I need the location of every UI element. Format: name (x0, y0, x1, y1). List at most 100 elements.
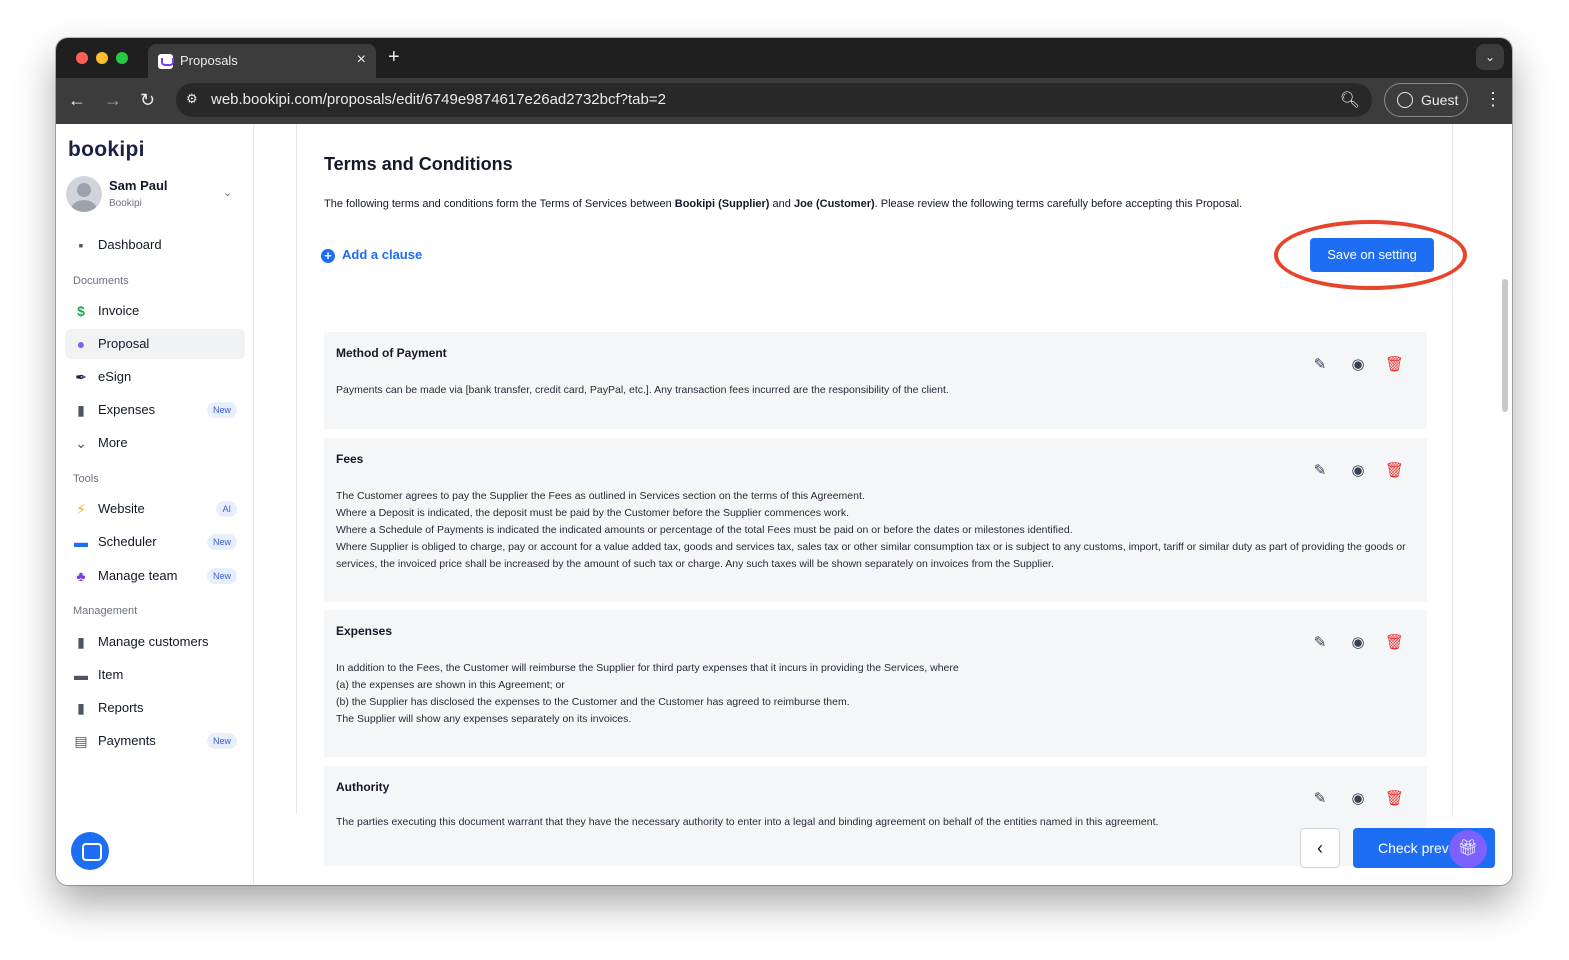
intro-text: The following terms and conditions form … (324, 198, 675, 210)
scrollbar[interactable] (1502, 279, 1508, 412)
sidebar-item-label: Manage customers (98, 634, 209, 649)
sidebar-item-proposal[interactable]: ● Proposal (65, 329, 245, 359)
clause-actions: ✎ ◉ 🗑︎ (1311, 790, 1407, 808)
trash-icon[interactable]: 🗑︎ (1385, 790, 1404, 808)
add-clause-label: Add a clause (342, 247, 423, 262)
profile-label: Guest (1421, 92, 1459, 108)
clause-body: In addition to the Fees, the Customer wi… (336, 662, 959, 725)
clause-title: Authority (336, 780, 390, 794)
main-content: Terms and Conditions The following terms… (254, 124, 1512, 885)
tab-title: Proposals (180, 53, 238, 68)
intro-text: . Please review the following terms care… (874, 198, 1243, 210)
sidebar-item-payments[interactable]: ▤ Payments New (65, 726, 245, 756)
sidebar-item-esign[interactable]: ✒ eSign (65, 362, 245, 392)
clause-body: The parties executing this document warr… (336, 816, 1159, 828)
user-org: Bookipi (109, 198, 142, 209)
clause-card: Method of Payment Payments can be made v… (324, 332, 1427, 429)
sidebar-item-label: More (98, 435, 128, 450)
clause-body: The Customer agrees to pay the Supplier … (336, 490, 1406, 570)
chat-support-button[interactable] (71, 832, 109, 870)
sidebar: bookipi Sam Paul Bookipi ⌄ ▪ Dashboard D… (56, 124, 254, 885)
gift-icon[interactable]: 🎁︎ (1449, 830, 1487, 868)
sidebar-item-more[interactable]: ⌄ More (65, 428, 245, 458)
profile-button[interactable]: Guest (1384, 83, 1468, 117)
sidebar-item-manage-customers[interactable]: ▮ Manage customers (65, 627, 245, 657)
reload-icon[interactable]: ↻ (140, 89, 155, 111)
trash-icon[interactable]: 🗑︎ (1385, 462, 1404, 480)
clause-title: Method of Payment (336, 346, 447, 360)
browser-menu-icon[interactable]: ⋮ (1484, 88, 1502, 110)
bookipi-logo[interactable]: bookipi (68, 138, 145, 162)
browser-toolbar: ← → ↻ ⚙ web.bookipi.com/proposals/edit/6… (56, 78, 1512, 124)
clause-actions: ✎ ◉ 🗑︎ (1311, 634, 1407, 652)
forward-arrow-icon[interactable]: → (104, 89, 122, 111)
eye-icon[interactable]: ◉ (1349, 790, 1367, 808)
sidebar-item-website[interactable]: ⚡︎ Website AI (65, 494, 245, 524)
minimize-window-button[interactable] (96, 52, 108, 64)
user-name: Sam Paul (109, 178, 168, 193)
browser-window: Proposals × + ⌄ ← → ↻ ⚙ web.bookipi.com/… (56, 38, 1512, 885)
section-documents: Documents (73, 275, 129, 287)
clause-title: Expenses (336, 624, 393, 638)
pencil-icon[interactable]: ✎ (1311, 462, 1329, 480)
chevron-down-icon[interactable]: ⌄ (223, 186, 232, 199)
grid-icon: ▪ (78, 237, 84, 253)
trash-icon[interactable]: 🗑︎ (1385, 634, 1404, 652)
clause-card: Authority The parties executing this doc… (324, 766, 1427, 866)
eye-icon[interactable]: ◉ (1349, 462, 1367, 480)
page-title: Terms and Conditions (324, 154, 513, 174)
tab-search-button[interactable]: ⌄ (1476, 44, 1504, 70)
sidebar-item-dashboard[interactable]: ▪ Dashboard (65, 230, 245, 260)
tab-bar: Proposals × + ⌄ (56, 38, 1512, 78)
highlight-annotation (1274, 220, 1467, 290)
maximize-window-button[interactable] (116, 52, 128, 64)
sidebar-item-scheduler[interactable]: ▬ Scheduler New (65, 527, 245, 557)
site-settings-icon[interactable]: ⚙ (186, 91, 202, 107)
eye-icon[interactable]: ◉ (1349, 634, 1367, 652)
sidebar-item-manage-team[interactable]: ♣ Manage team New (65, 561, 245, 591)
chevron-down-icon: ⌄ (75, 435, 87, 451)
supplier-name: Bookipi (Supplier) (674, 198, 770, 210)
pencil-icon[interactable]: ✎ (1311, 634, 1329, 652)
back-button[interactable]: ‹ (1300, 828, 1340, 868)
sidebar-item-label: Invoice (98, 303, 140, 318)
box-icon: ▬ (74, 667, 88, 683)
pencil-icon[interactable]: ✎ (1311, 790, 1329, 808)
url-text[interactable]: web.bookipi.com/proposals/edit/6749e9874… (211, 91, 666, 108)
browser-tab[interactable]: Proposals × (148, 44, 376, 78)
dollar-icon: $ (77, 303, 85, 319)
clause-card: Fees The Customer agrees to pay the Supp… (324, 438, 1427, 602)
sidebar-item-label: Expenses (98, 402, 156, 417)
tab-close-icon[interactable]: × (357, 51, 366, 69)
sidebar-item-item[interactable]: ▬ Item (65, 660, 245, 690)
avatar[interactable] (66, 176, 102, 212)
sidebar-item-label: Payments (98, 733, 156, 748)
address-bar[interactable]: ⚙ web.bookipi.com/proposals/edit/6749e98… (176, 83, 1372, 117)
sidebar-item-label: Dashboard (98, 237, 162, 252)
zoom-icon[interactable]: 🔍︎ (1340, 90, 1360, 110)
sidebar-item-label: Manage team (98, 568, 178, 583)
sidebar-item-label: Item (98, 667, 124, 682)
customer-name: Joe (Customer) (793, 198, 875, 210)
pen-icon: ✒ (75, 369, 87, 385)
new-tab-button[interactable]: + (388, 47, 400, 67)
sidebar-item-label: eSign (98, 369, 132, 384)
clause-actions: ✎ ◉ 🗑︎ (1311, 462, 1407, 480)
profile-icon (1397, 92, 1413, 108)
sidebar-item-invoice[interactable]: $ Invoice (65, 296, 245, 326)
back-arrow-icon[interactable]: ← (68, 89, 86, 111)
sidebar-item-label: Proposal (98, 336, 150, 351)
close-window-button[interactable] (76, 52, 88, 64)
pencil-icon[interactable]: ✎ (1311, 356, 1329, 374)
plus-circle-icon: + (321, 249, 335, 263)
sidebar-item-label: Scheduler (98, 534, 157, 549)
sidebar-item-label: Reports (98, 700, 144, 715)
new-badge: New (206, 534, 237, 550)
eye-icon[interactable]: ◉ (1349, 356, 1367, 374)
bulb-icon: ● (76, 336, 86, 352)
bolt-icon: ⚡︎ (76, 501, 86, 517)
customers-icon: ▮ (77, 634, 85, 650)
sidebar-item-expenses[interactable]: ▮ Expenses New (65, 395, 245, 425)
sidebar-item-reports[interactable]: ▮ Reports (65, 693, 245, 723)
trash-icon[interactable]: 🗑︎ (1385, 356, 1404, 374)
